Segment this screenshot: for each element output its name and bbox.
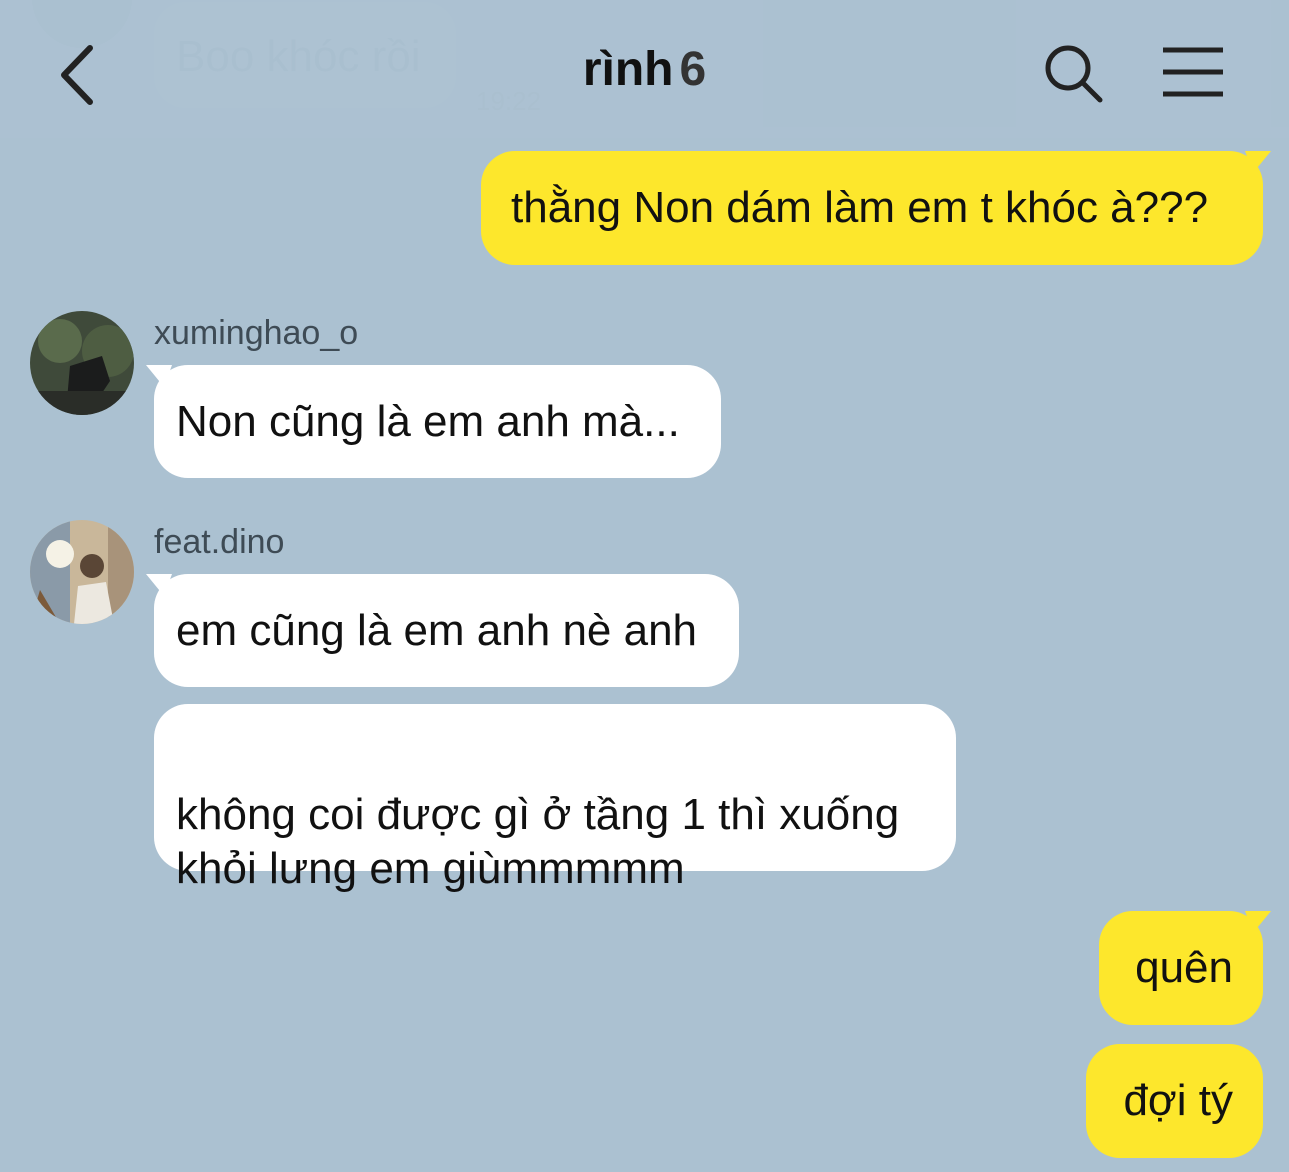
bubble-tail bbox=[1245, 151, 1271, 173]
message-text: không coi được gì ở tầng 1 thì xuống khỏ… bbox=[176, 790, 900, 893]
message-text: đợi tý bbox=[1123, 1076, 1233, 1125]
profile-photo bbox=[30, 311, 134, 415]
chat-name: rình bbox=[582, 43, 674, 96]
their-message-bubble[interactable]: không coi được gì ở tầng 1 thì xuống khỏ… bbox=[154, 704, 956, 893]
menu-button[interactable] bbox=[1160, 44, 1226, 100]
hamburger-menu-icon bbox=[1163, 47, 1223, 97]
sender-name: feat.dino bbox=[154, 523, 285, 561]
avatar-feat-dino[interactable] bbox=[30, 520, 134, 624]
sender-name: xuminghao_o bbox=[154, 314, 359, 352]
their-message-bubble[interactable]: Non cũng là em anh mà... bbox=[146, 365, 721, 478]
my-message-bubble[interactable]: quên bbox=[1099, 911, 1271, 1025]
my-message-bubble[interactable]: thằng Non dám làm em t khóc à??? bbox=[481, 151, 1271, 265]
profile-photo bbox=[30, 520, 134, 624]
message-text: em cũng là em anh nè anh bbox=[176, 606, 698, 655]
search-icon bbox=[1045, 45, 1103, 103]
bubble-tail bbox=[1245, 911, 1271, 933]
my-message-bubble[interactable]: đợi tý bbox=[1086, 1044, 1263, 1158]
chat-header: rình 6 bbox=[0, 0, 1289, 138]
search-button[interactable] bbox=[1040, 40, 1106, 106]
message-text: thằng Non dám làm em t khóc à??? bbox=[511, 183, 1209, 232]
member-count: 6 bbox=[679, 43, 707, 96]
bubble-tail bbox=[146, 574, 172, 596]
bubble-tail bbox=[146, 365, 172, 387]
their-message-bubble[interactable]: em cũng là em anh nè anh bbox=[146, 574, 739, 687]
message-text: quên bbox=[1135, 943, 1233, 992]
message-text: Non cũng là em anh mà... bbox=[176, 397, 680, 446]
avatar-xuminghao[interactable] bbox=[30, 311, 134, 415]
